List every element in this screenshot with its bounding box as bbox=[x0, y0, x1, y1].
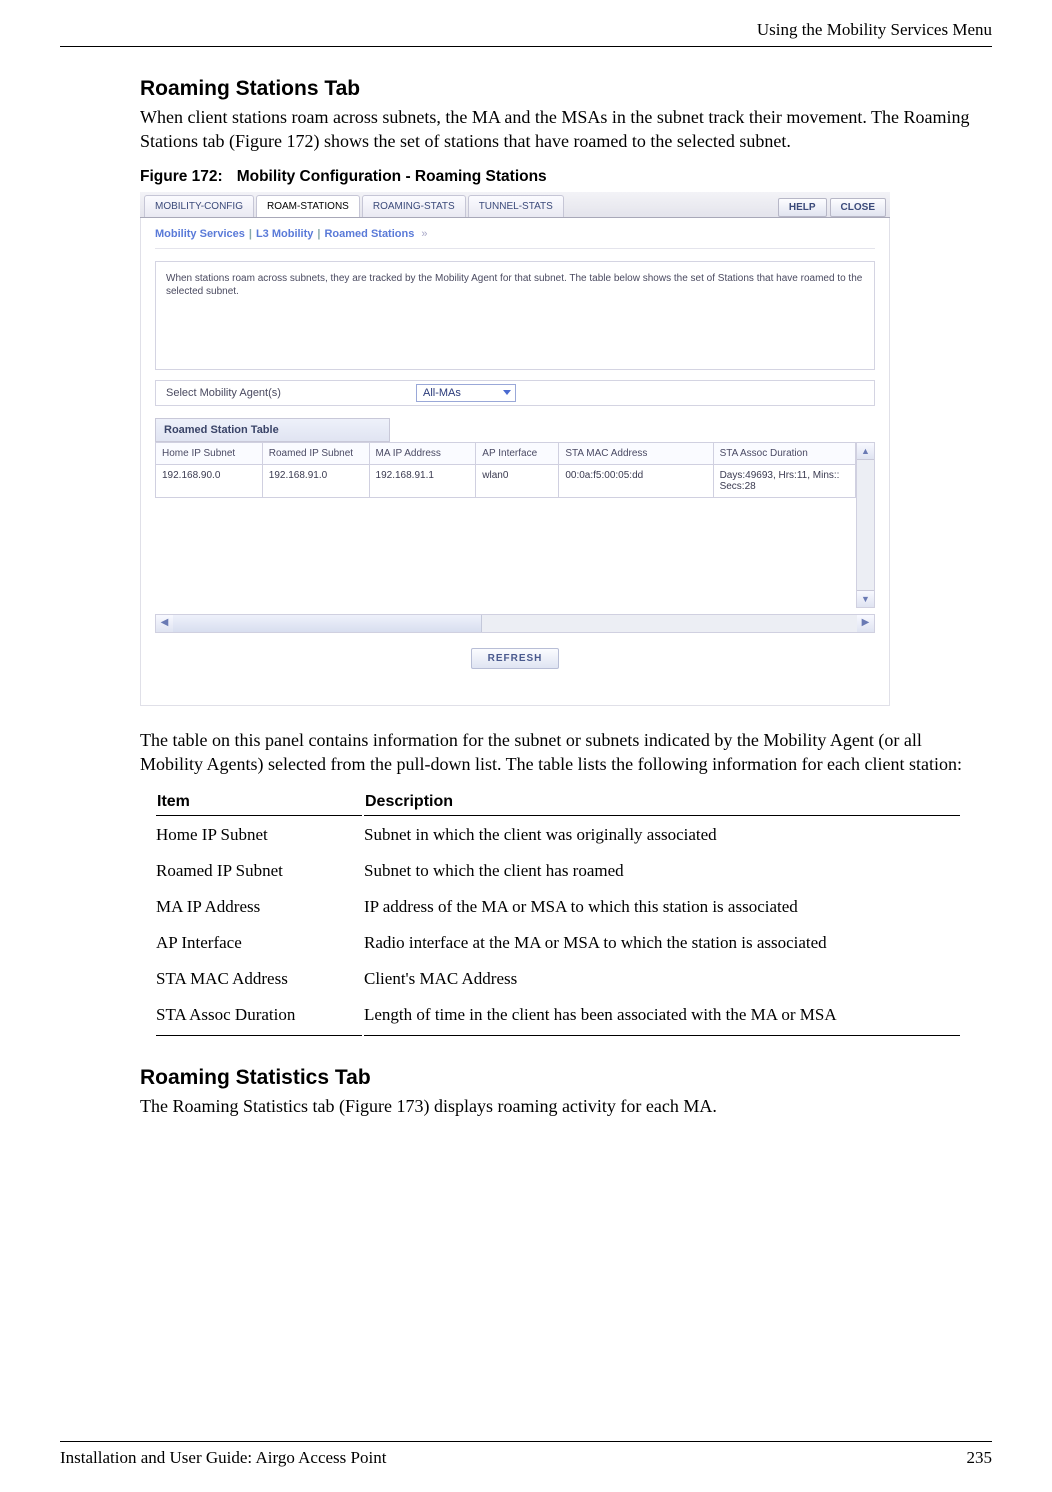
horizontal-scrollbar[interactable]: ◀ ▶ bbox=[155, 614, 875, 633]
desc-item: STA MAC Address bbox=[156, 962, 362, 996]
section-heading-roaming-stations: Roaming Stations Tab bbox=[140, 77, 982, 101]
desc-item: AP Interface bbox=[156, 926, 362, 960]
desc-col-item: Item bbox=[156, 792, 362, 816]
scroll-up-arrow-icon[interactable]: ▲ bbox=[857, 443, 874, 460]
info-text-box: When stations roam across subnets, they … bbox=[155, 261, 875, 370]
desc-text: Length of time in the client has been as… bbox=[364, 998, 960, 1036]
tab-roam-stations[interactable]: ROAM-STATIONS bbox=[256, 195, 360, 217]
tab-bar: MOBILITY-CONFIG ROAM-STATIONS ROAMING-ST… bbox=[140, 192, 890, 218]
vertical-scrollbar[interactable]: ▲ ▼ bbox=[856, 442, 875, 608]
cell-ma-ip: 192.168.91.1 bbox=[369, 464, 476, 497]
breadcrumb-2: L3 Mobility bbox=[256, 228, 313, 240]
desc-text: Subnet in which the client was originall… bbox=[364, 818, 960, 852]
scroll-right-arrow-icon[interactable]: ▶ bbox=[857, 615, 874, 632]
figure-number: Figure 172: bbox=[140, 168, 223, 185]
tab-tunnel-stats[interactable]: TUNNEL-STATS bbox=[468, 195, 564, 217]
help-button[interactable]: HELP bbox=[778, 198, 827, 217]
desc-item: STA Assoc Duration bbox=[156, 998, 362, 1036]
refresh-button[interactable]: REFRESH bbox=[471, 648, 560, 669]
desc-item: Home IP Subnet bbox=[156, 818, 362, 852]
desc-row: Home IP Subnet Subnet in which the clien… bbox=[156, 818, 960, 852]
tab-roaming-stats[interactable]: ROAMING-STATS bbox=[362, 195, 466, 217]
desc-text: Client's MAC Address bbox=[364, 962, 960, 996]
footer-left: Installation and User Guide: Airgo Acces… bbox=[60, 1448, 386, 1468]
roamed-station-table-title: Roamed Station Table bbox=[155, 418, 390, 442]
breadcrumb: Mobility Services|L3 Mobility|Roamed Sta… bbox=[141, 218, 889, 244]
desc-item: MA IP Address bbox=[156, 890, 362, 924]
field-description-table: Item Description Home IP Subnet Subnet i… bbox=[154, 790, 962, 1038]
select-mobility-agent-dropdown[interactable]: All-MAs bbox=[416, 384, 516, 402]
desc-row: STA Assoc Duration Length of time in the… bbox=[156, 998, 960, 1036]
scroll-down-arrow-icon[interactable]: ▼ bbox=[857, 590, 874, 607]
breadcrumb-3: Roamed Stations bbox=[324, 228, 414, 240]
desc-row: Roamed IP Subnet Subnet to which the cli… bbox=[156, 854, 960, 888]
desc-item: Roamed IP Subnet bbox=[156, 854, 362, 888]
section2-paragraph: The Roaming Statistics tab (Figure 173) … bbox=[140, 1094, 982, 1118]
col-ap-interface: AP Interface bbox=[476, 442, 559, 464]
footer-page-number: 235 bbox=[967, 1448, 993, 1468]
scroll-left-arrow-icon[interactable]: ◀ bbox=[156, 615, 173, 632]
cell-sta-mac: 00:0a:f5:00:05:dd bbox=[559, 464, 713, 497]
col-ma-ip-address: MA IP Address bbox=[369, 442, 476, 464]
col-sta-mac-address: STA MAC Address bbox=[559, 442, 713, 464]
roamed-station-table: Home IP Subnet Roamed IP Subnet MA IP Ad… bbox=[155, 442, 856, 498]
table-row: 192.168.90.0 192.168.91.0 192.168.91.1 w… bbox=[156, 464, 856, 497]
desc-text: Radio interface at the MA or MSA to whic… bbox=[364, 926, 960, 960]
col-sta-assoc-duration: STA Assoc Duration bbox=[713, 442, 855, 464]
scrollbar-thumb[interactable] bbox=[173, 615, 482, 632]
desc-text: Subnet to which the client has roamed bbox=[364, 854, 960, 888]
tab-mobility-config[interactable]: MOBILITY-CONFIG bbox=[144, 195, 254, 217]
cell-sta-assoc: Days:49693, Hrs:11, Mins:: Secs:28 bbox=[713, 464, 855, 497]
section-heading-roaming-statistics: Roaming Statistics Tab bbox=[140, 1066, 982, 1090]
col-roamed-ip-subnet: Roamed IP Subnet bbox=[262, 442, 369, 464]
desc-row: STA MAC Address Client's MAC Address bbox=[156, 962, 960, 996]
section1-paragraph: When client stations roam across subnets… bbox=[140, 105, 982, 154]
desc-row: AP Interface Radio interface at the MA o… bbox=[156, 926, 960, 960]
breadcrumb-1: Mobility Services bbox=[155, 228, 245, 240]
cell-home-ip: 192.168.90.0 bbox=[156, 464, 263, 497]
figure-caption: Figure 172: Mobility Configuration - Roam… bbox=[140, 168, 982, 186]
after-figure-paragraph: The table on this panel contains informa… bbox=[140, 728, 982, 777]
cell-ap-interface: wlan0 bbox=[476, 464, 559, 497]
figure-screenshot: MOBILITY-CONFIG ROAM-STATIONS ROAMING-ST… bbox=[140, 192, 890, 706]
figure-title: Mobility Configuration - Roaming Station… bbox=[237, 168, 547, 185]
page-footer: Installation and User Guide: Airgo Acces… bbox=[60, 1441, 992, 1468]
desc-col-description: Description bbox=[364, 792, 960, 816]
cell-roamed-ip: 192.168.91.0 bbox=[262, 464, 369, 497]
running-head: Using the Mobility Services Menu bbox=[60, 20, 992, 47]
close-button[interactable]: CLOSE bbox=[830, 198, 886, 217]
desc-text: IP address of the MA or MSA to which thi… bbox=[364, 890, 960, 924]
col-home-ip-subnet: Home IP Subnet bbox=[156, 442, 263, 464]
select-row: Select Mobility Agent(s) All-MAs bbox=[155, 380, 875, 406]
desc-row: MA IP Address IP address of the MA or MS… bbox=[156, 890, 960, 924]
select-mobility-agent-label: Select Mobility Agent(s) bbox=[156, 381, 416, 405]
